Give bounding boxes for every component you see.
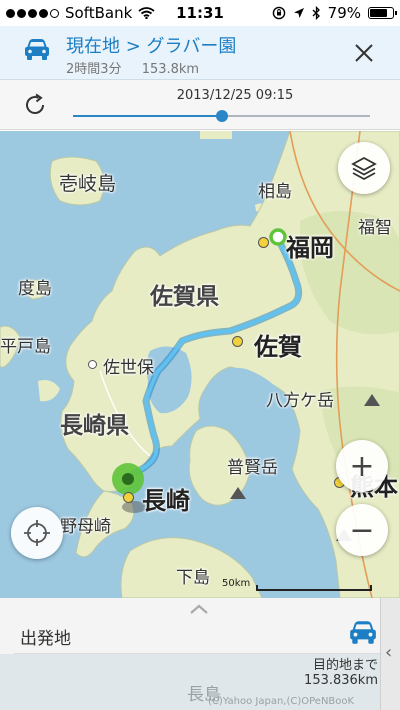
layers-button[interactable] xyxy=(338,142,390,194)
zoom-out-label: − xyxy=(349,512,375,548)
map-scale-label: 50km xyxy=(222,578,251,589)
close-icon[interactable] xyxy=(352,41,376,65)
chevron-up-icon[interactable] xyxy=(188,602,210,616)
side-drawer-tab[interactable]: ‹ xyxy=(380,598,400,710)
map-label-saga-pref: 佐賀県 xyxy=(150,284,219,310)
car-icon xyxy=(25,39,49,60)
time-slider[interactable] xyxy=(73,110,370,122)
map-copyright: (C)Yahoo Japan,(C)OPeNBooK xyxy=(208,696,355,707)
bluetooth-icon xyxy=(312,6,320,20)
map-label-nagasaki: 長崎 xyxy=(142,487,190,515)
time-slider-fill xyxy=(73,115,222,117)
map-label-tokushima: 度島 xyxy=(18,279,52,299)
departure-timestamp: 2013/12/25 09:15 xyxy=(176,88,294,103)
city-dot-saga xyxy=(232,336,243,347)
city-dot-fukuoka xyxy=(258,237,269,248)
refresh-icon[interactable] xyxy=(22,92,48,118)
city-dot-sasebo xyxy=(88,360,97,369)
route-summary: 2時間3分 153.8km xyxy=(66,58,215,77)
map-label-fukuma: 福智 xyxy=(358,218,392,238)
chevron-left-icon: ‹ xyxy=(385,642,393,663)
time-slider-thumb[interactable] xyxy=(215,110,228,122)
mountain-icon xyxy=(364,394,380,406)
route-title: 現在地 > グラバー園 xyxy=(66,36,237,57)
battery-percent: 79% xyxy=(327,4,361,22)
map-label-hiradojima: 平戸島 xyxy=(0,337,51,357)
route-distance: 153.8km xyxy=(141,62,200,77)
map-label-ainoshima: 相島 xyxy=(258,182,292,202)
layers-icon xyxy=(351,156,377,181)
map-scale-bar xyxy=(256,585,372,591)
mountain-icon xyxy=(230,487,246,499)
origin-label[interactable]: 出発地 xyxy=(20,624,71,649)
location-arrow-icon xyxy=(293,8,304,18)
map-label-iki: 壱岐島 xyxy=(59,173,117,195)
crosshair-icon xyxy=(24,520,50,546)
city-dot-nagasaki xyxy=(123,492,134,503)
route-duration: 2時間3分 xyxy=(66,62,122,77)
battery-icon xyxy=(368,7,397,19)
map-view[interactable]: 壱岐島 相島 福智 福岡 佐賀県 度島 平戸島 佐賀 佐世保 長崎県 八方ケ岳 … xyxy=(0,131,400,598)
map-label-nagasaki-pref: 長崎県 xyxy=(60,413,129,439)
map-label-nomozaki: 野母崎 xyxy=(60,517,111,537)
rotation-lock-icon xyxy=(272,6,285,20)
map-label-fugendake: 普賢岳 xyxy=(227,458,278,478)
map-label-shimojima: 下島 xyxy=(176,568,210,588)
map-label-fukuoka: 福岡 xyxy=(286,234,334,262)
departure-time-bar: 2013/12/25 09:15 xyxy=(0,80,400,130)
status-bar: SoftBank 11:31 79% xyxy=(0,0,400,26)
map-label-saga: 佐賀 xyxy=(254,333,302,361)
map-label-sasebo: 佐世保 xyxy=(103,358,154,378)
destination-label: 目的地まで xyxy=(312,658,378,673)
zoom-out-button[interactable]: − xyxy=(336,504,388,556)
map-label-hakkagatake: 八方ケ岳 xyxy=(266,391,334,411)
route-header[interactable]: 現在地 > グラバー園 2時間3分 153.8km xyxy=(0,26,400,80)
destination-summary[interactable]: 目的地まで 153.836km xyxy=(294,620,378,688)
zoom-in-label: + xyxy=(349,448,375,484)
zoom-in-button[interactable]: + xyxy=(336,440,388,492)
current-location-button[interactable] xyxy=(11,507,63,559)
car-icon xyxy=(350,621,376,644)
destination-distance: 153.836km xyxy=(304,673,378,688)
